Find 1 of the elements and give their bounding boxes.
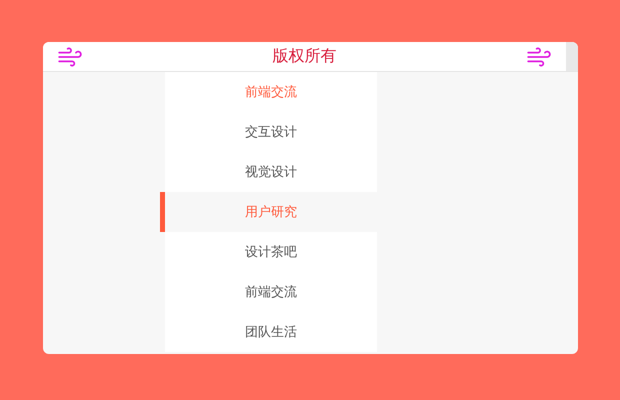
header-title: 版权所有 bbox=[272, 46, 336, 66]
